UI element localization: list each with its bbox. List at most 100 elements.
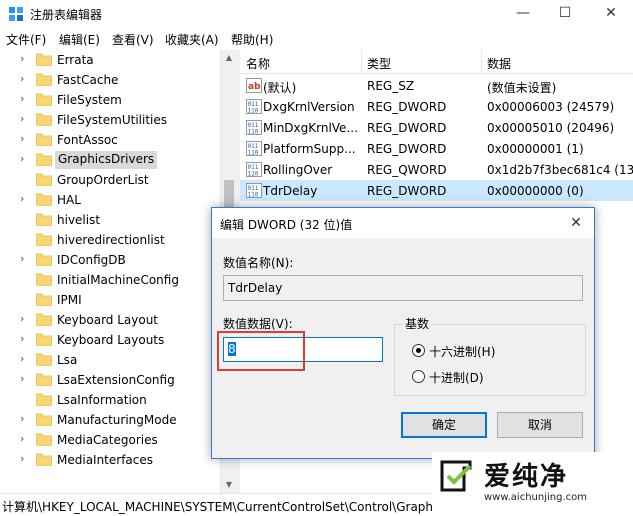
window-title: 注册表编辑器 [30,8,103,22]
menu-favorites[interactable]: 收藏夹(A) [165,31,219,48]
folder-icon [36,213,52,226]
tree-item[interactable]: › FontAssoc [0,130,220,150]
menu-file[interactable]: 文件(F) [6,31,46,48]
ok-button[interactable]: 确定 [401,412,487,438]
tree-item[interactable]: GroupOrderList [0,170,220,190]
expand-chevron-icon[interactable]: › [20,252,24,265]
folder-icon [36,373,52,386]
minimize-button[interactable]: — [500,0,546,28]
expand-chevron-icon[interactable]: › [20,332,24,345]
tree-item[interactable]: IPMI [0,290,220,310]
value-type: REG_QWORD [367,163,447,177]
edit-dword-dialog: 编辑 DWORD (32 位)值 ✕ 数值名称(N): TdrDelay 数值数… [211,207,595,459]
base-groupbox-title: 基数 [402,315,433,332]
tree-item[interactable]: LsaInformation [0,390,220,410]
folder-icon [36,433,52,446]
registry-path: 计算机\HKEY_LOCAL_MACHINE\SYSTEM\CurrentCon… [2,500,437,514]
tree-item[interactable]: InitialMachineConfig [0,270,220,290]
expand-chevron-icon[interactable]: › [20,412,24,425]
value-data: (数值未设置) [487,81,557,95]
folder-icon [36,53,52,66]
folder-icon [36,313,52,326]
tree-item[interactable]: › HAL [0,190,220,210]
tree-item[interactable]: › LsaExtensionConfig [0,370,220,390]
tree-item[interactable]: › IDConfigDB [0,250,220,270]
expand-chevron-icon[interactable]: › [20,312,24,325]
list-row[interactable]: 011 110 TdrDelay REG_DWORD 0x00000000 (0) [240,180,633,201]
value-data: 0x00005010 (20496) [487,121,615,135]
expand-chevron-icon[interactable]: › [20,192,24,205]
radio-hexadecimal[interactable]: 十六进制(H) [412,343,532,359]
expand-chevron-icon[interactable]: › [20,452,24,465]
list-row[interactable]: 011 110 PlatformSupp... REG_DWORD 0x00000001… [240,138,633,159]
column-type-header[interactable]: 类型 [367,55,391,72]
tree-item[interactable]: › MediaCategories [0,430,220,450]
folder-icon [36,413,52,426]
menu-edit[interactable]: 编辑(E) [59,31,100,48]
tree-item-label: HAL [57,193,81,207]
column-data-header[interactable]: 数据 [487,55,511,72]
expand-chevron-icon[interactable]: › [20,52,24,65]
expand-chevron-icon[interactable]: › [20,372,24,385]
scroll-thumb[interactable] [224,180,234,208]
cancel-button[interactable]: 取消 [497,412,583,438]
tree-item[interactable]: › GraphicsDrivers [0,150,220,170]
svg-text:110: 110 [248,171,259,178]
registry-tree[interactable]: › Errata › FastCache › FileSystem › FileSystemU… [0,50,220,493]
tree-item[interactable]: › FileSystem [0,90,220,110]
tree-item[interactable]: › Lsa [0,350,220,370]
binary-value-icon: 011110 [246,162,262,177]
folder-icon [36,293,52,306]
tree-item[interactable]: › FileSystemUtilities [0,110,220,130]
expand-chevron-icon[interactable]: › [20,132,24,145]
folder-icon [36,453,52,466]
menu-view[interactable]: 查看(V) [112,31,154,48]
list-row[interactable]: 011 110 RollingOver REG_QWORD 0x1d2b7f3bec68… [240,159,633,180]
value-name-label: 数值名称(N): [223,256,294,270]
value-name: DxgKrnlVersion [263,100,355,114]
svg-text:110: 110 [248,192,259,199]
binary-value-icon: 011110 [246,99,262,114]
expand-chevron-icon[interactable]: › [20,432,24,445]
value-type: REG_DWORD [367,142,447,156]
list-row[interactable]: 011 110 MinDxgKrnlVe... REG_DWORD 0x00005010… [240,117,633,138]
tree-item[interactable]: hivelist [0,210,220,230]
maximize-button[interactable]: ☐ [542,0,588,28]
expand-chevron-icon[interactable]: › [20,152,24,165]
menu-help[interactable]: 帮助(H) [231,31,273,48]
dialog-close-button[interactable]: ✕ [562,212,590,234]
radio-dec-label: 十进制(D) [429,371,484,385]
radio-dec-indicator[interactable] [412,370,425,383]
registry-editor-icon [9,7,23,21]
list-row[interactable]: 011 110 DxgKrnlVersion REG_DWORD 0x00006003 … [240,96,633,117]
expand-chevron-icon[interactable]: › [20,352,24,365]
title-bar: 注册表编辑器 — ☐ ✕ [0,0,633,28]
tree-item[interactable]: › Keyboard Layout [0,310,220,330]
tree-item[interactable]: › MediaInterfaces [0,450,220,470]
scroll-down-icon[interactable]: ▼ [221,477,237,493]
folder-icon [36,133,52,146]
column-name-header[interactable]: 名称 [246,55,270,72]
scroll-up-icon[interactable]: ▲ [221,50,237,66]
tree-item[interactable]: › ManufacturingMode [0,410,220,430]
close-window-button[interactable]: ✕ [588,0,633,28]
tree-item[interactable]: › Errata [0,50,220,70]
watermark: 爱纯净 www.aichunjing.com [432,452,633,516]
expand-chevron-icon[interactable]: › [20,72,24,85]
tree-item[interactable]: › FastCache [0,70,220,90]
value-name: MinDxgKrnlVe... [263,121,358,135]
expand-chevron-icon[interactable]: › [20,112,24,125]
folder-icon [36,233,52,246]
tree-item[interactable]: hiveredirectionlist [0,230,220,250]
tree-item[interactable]: › Keyboard Layouts [0,330,220,350]
value-type: REG_DWORD [367,100,447,114]
svg-text:110: 110 [248,129,259,136]
radio-decimal[interactable]: 十进制(D) [412,369,532,385]
list-row[interactable]: ab (默认) REG_SZ (数值未设置) [240,75,633,96]
tree-item-label: IDConfigDB [57,253,126,267]
folder-icon [36,393,52,406]
radio-hex-indicator[interactable] [412,344,425,357]
watermark-url: www.aichunjing.com [484,492,587,503]
folder-icon [36,333,52,346]
expand-chevron-icon[interactable]: › [20,92,24,105]
